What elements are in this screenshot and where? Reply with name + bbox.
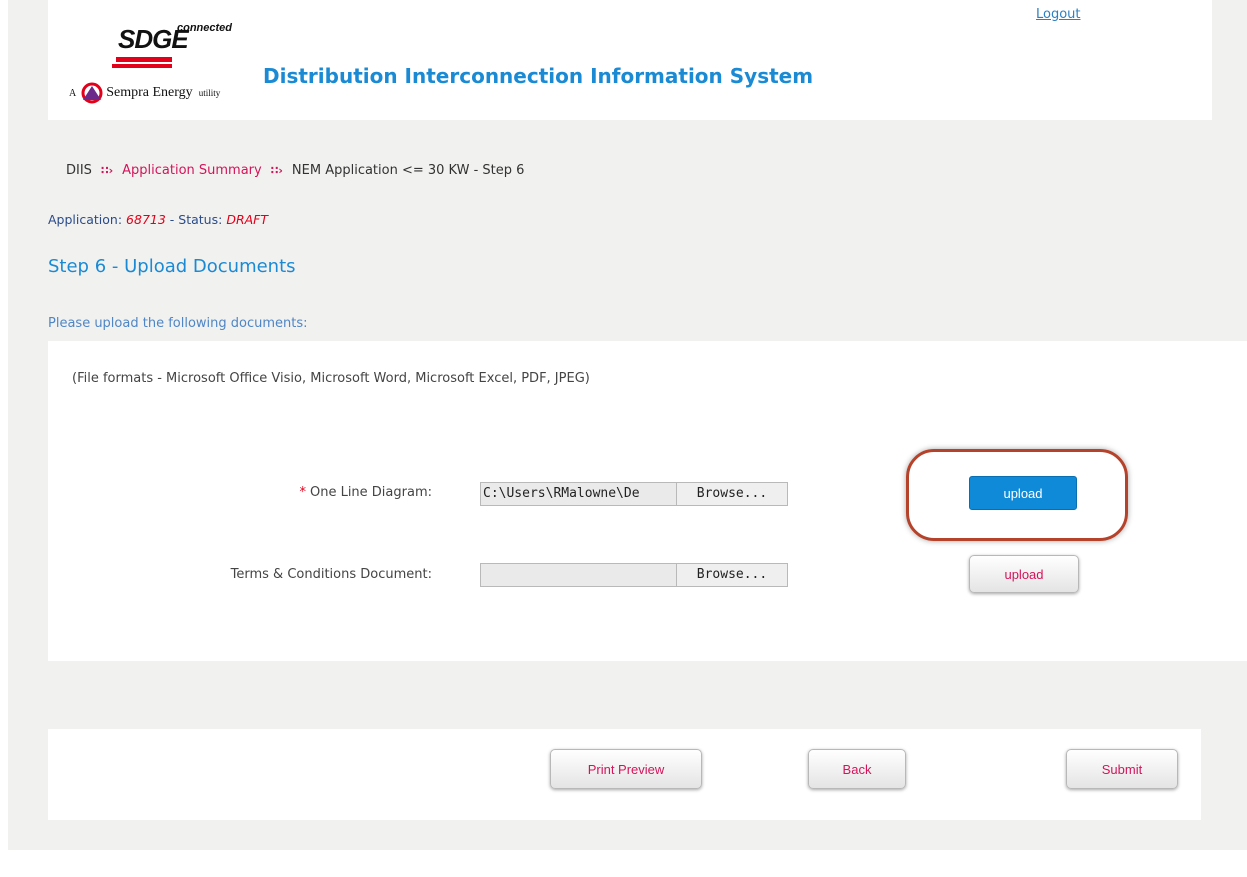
breadcrumb-current-step: NEM Application <= 30 KW - Step 6 [291, 163, 525, 178]
status-value: DRAFT [226, 212, 268, 227]
terms-conditions-label: Terms & Conditions Document: [230, 567, 432, 582]
application-status-line: Application: 68713 - Status: DRAFT [48, 212, 268, 227]
site-header: SDGE connected A Sempra Energy utility D… [48, 0, 1212, 120]
sempra-tagline: A Sempra Energy utility [69, 80, 220, 106]
one-line-diagram-upload-button[interactable]: upload [969, 476, 1077, 510]
logo-red-stripe [116, 57, 172, 62]
logout-link[interactable]: Logout [1036, 7, 1081, 22]
one-line-diagram-label: * One Line Diagram: [132, 485, 432, 500]
terms-conditions-file-input[interactable]: Browse... [480, 563, 788, 587]
breadcrumb-separator-icon: ∷› [100, 164, 114, 177]
sempra-flame-icon [81, 82, 103, 104]
one-line-diagram-file-path[interactable]: C:\Users\RMalowne\De [481, 483, 677, 505]
tagline-company: Sempra Energy [106, 85, 193, 100]
logo-red-stripe-lower [112, 64, 172, 68]
one-line-diagram-browse-button[interactable]: Browse... [677, 483, 787, 505]
tagline-prefix: A [69, 87, 77, 99]
print-preview-button[interactable]: Print Preview [550, 749, 702, 789]
terms-conditions-file-path[interactable] [481, 564, 677, 586]
application-number: 68713 [126, 212, 166, 227]
submit-button[interactable]: Submit [1066, 749, 1178, 789]
terms-conditions-browse-button[interactable]: Browse... [677, 564, 787, 586]
one-line-diagram-label-text: One Line Diagram: [309, 485, 432, 500]
tagline-suffix: utility [198, 88, 221, 98]
sdge-logo: SDGE connected A Sempra Energy utility [64, 12, 264, 117]
upload-instruction: Please upload the following documents: [48, 316, 308, 331]
file-formats-note: (File formats - Microsoft Office Visio, … [72, 371, 590, 386]
upload-panel: (File formats - Microsoft Office Visio, … [48, 341, 1247, 661]
status-label: - Status: [169, 212, 223, 227]
breadcrumb-separator-icon: ∷› [270, 164, 283, 177]
step-title: Step 6 - Upload Documents [48, 256, 296, 277]
breadcrumb: DIIS ∷› Application Summary ∷› NEM Appli… [66, 163, 524, 178]
breadcrumb-application-summary[interactable]: Application Summary [122, 163, 262, 178]
app-title: Distribution Interconnection Information… [263, 64, 814, 88]
breadcrumb-diis[interactable]: DIIS [66, 163, 92, 178]
one-line-diagram-file-input[interactable]: C:\Users\RMalowne\De Browse... [480, 482, 788, 506]
logo-connected-text: connected [177, 22, 233, 34]
required-marker: * [299, 485, 306, 500]
application-label: Application: [48, 212, 123, 227]
terms-conditions-upload-button[interactable]: upload [969, 555, 1079, 593]
back-button[interactable]: Back [808, 749, 906, 789]
footer-action-bar: Print Preview Back Submit [48, 729, 1201, 820]
